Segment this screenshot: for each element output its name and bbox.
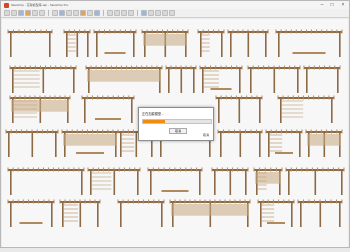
scale-tool-icon[interactable] <box>73 10 79 16</box>
pergola-model-thumbnail <box>297 199 343 227</box>
pergola-model-thumbnail <box>85 65 163 93</box>
cancel-link[interactable]: 取消 <box>203 133 209 137</box>
move-tool-icon[interactable] <box>59 10 65 16</box>
app-window: SketchUp - 花架模型库.skp - SketchUp Pro – □ … <box>0 0 350 248</box>
pan-tool-icon[interactable] <box>114 10 120 16</box>
title-bar: SketchUp - 花架模型库.skp - SketchUp Pro – □ … <box>1 1 349 9</box>
pergola-model-thumbnail <box>215 95 263 123</box>
pergola-model-thumbnail <box>63 29 91 57</box>
pushpull-tool-icon[interactable] <box>52 10 58 16</box>
zoom-extents-tool-icon[interactable] <box>128 10 134 16</box>
toolbar-separator <box>137 10 138 16</box>
paint-tool-icon[interactable] <box>18 10 24 16</box>
text-tool-icon[interactable] <box>94 10 100 16</box>
pergola-model-thumbnail <box>217 129 263 157</box>
pergola-model-thumbnail <box>87 167 141 195</box>
pergola-model-thumbnail <box>197 29 225 57</box>
loading-dialog: 正在加载模型... 取消 取消 <box>138 107 214 141</box>
window-title: SketchUp - 花架模型库.skp - SketchUp Pro <box>11 3 69 7</box>
maximize-icon[interactable]: □ <box>327 1 337 9</box>
pergola-model-thumbnail <box>61 129 119 157</box>
iso-view-icon[interactable] <box>155 10 161 16</box>
toolbar-separator <box>103 10 104 16</box>
eraser-tool-icon[interactable] <box>11 10 17 16</box>
pergola-model-thumbnail <box>265 129 303 157</box>
pergola-model-thumbnail <box>165 65 197 93</box>
pergola-model-thumbnail <box>211 167 249 195</box>
minimize-icon[interactable]: – <box>317 1 327 9</box>
pergola-model-thumbnail <box>305 129 343 157</box>
pergola-model-thumbnail <box>275 29 343 57</box>
pergola-model-thumbnail <box>247 65 301 93</box>
pergola-model-thumbnail <box>285 167 345 195</box>
prev-view-icon[interactable] <box>141 10 147 16</box>
pergola-model-thumbnail <box>257 199 295 227</box>
pergola-model-thumbnail <box>227 29 269 57</box>
circle-tool-icon[interactable] <box>39 10 45 16</box>
pergola-model-thumbnail <box>59 199 101 227</box>
pergola-model-thumbnail <box>303 65 341 93</box>
pergola-model-thumbnail <box>199 65 243 93</box>
pergola-model-thumbnail <box>277 95 335 123</box>
toolbar-separator <box>48 10 49 16</box>
next-view-icon[interactable] <box>148 10 154 16</box>
app-logo-icon <box>4 2 9 8</box>
pergola-model-thumbnail <box>81 95 135 123</box>
line-tool-icon[interactable] <box>25 10 31 16</box>
select-tool-icon[interactable] <box>4 10 10 16</box>
front-view-icon[interactable] <box>169 10 175 16</box>
progress-bar <box>142 119 212 124</box>
dialog-title: 正在加载模型... <box>142 112 164 116</box>
pergola-model-thumbnail <box>7 167 85 195</box>
progress-fill <box>143 120 165 123</box>
cancel-button[interactable]: 取消 <box>169 128 187 134</box>
pergola-model-thumbnail <box>93 29 137 57</box>
pergola-model-thumbnail <box>169 199 251 227</box>
offset-tool-icon[interactable] <box>80 10 86 16</box>
pergola-model-thumbnail <box>9 95 71 123</box>
pergola-model-thumbnail <box>147 167 203 195</box>
orbit-tool-icon[interactable] <box>107 10 113 16</box>
top-view-icon[interactable] <box>162 10 168 16</box>
toolbar <box>1 9 349 18</box>
pergola-model-thumbnail <box>117 199 165 227</box>
pergola-model-thumbnail <box>7 199 55 227</box>
close-icon[interactable]: × <box>338 1 348 9</box>
pergola-model-thumbnail <box>5 129 59 157</box>
rotate-tool-icon[interactable] <box>66 10 72 16</box>
tape-tool-icon[interactable] <box>87 10 93 16</box>
pergola-model-thumbnail <box>9 65 77 93</box>
zoom-tool-icon[interactable] <box>121 10 127 16</box>
pergola-model-thumbnail <box>141 29 189 57</box>
pergola-model-thumbnail <box>253 167 283 195</box>
pergola-model-thumbnail <box>7 29 53 57</box>
rectangle-tool-icon[interactable] <box>32 10 38 16</box>
